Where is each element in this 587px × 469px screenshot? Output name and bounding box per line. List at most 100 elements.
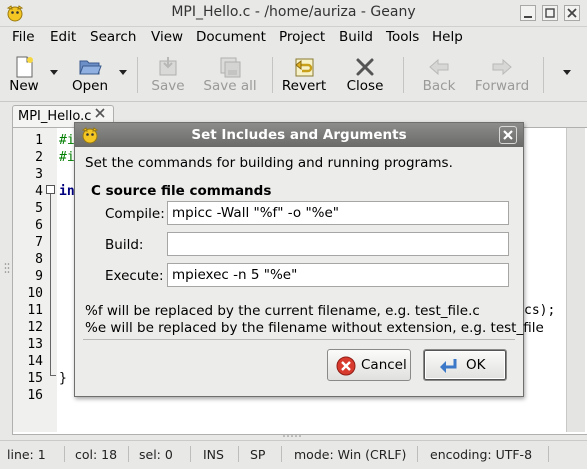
open-folder-icon [79,60,102,75]
status-separator [128,446,129,462]
menu-project[interactable]: Project [279,29,325,45]
open-dropdown-arrow[interactable] [119,70,127,75]
set-includes-dialog: Set Includes and Arguments Set the comma… [74,122,544,397]
close-label: Close [346,78,384,94]
toolbar-overflow-arrow[interactable] [563,70,571,75]
back-button[interactable]: Back [418,49,460,99]
back-label: Back [422,78,456,94]
menu-help[interactable]: Help [432,29,463,45]
dialog-description: Set the commands for building and runnin… [85,155,453,171]
tab-close-icon[interactable] [94,107,106,119]
dialog-close-button[interactable] [499,126,517,144]
message-pane-resize-handle[interactable] [282,433,302,439]
status-encoding: encoding: UTF-8 [430,447,533,462]
revert-label: Revert [281,78,327,94]
execute-label: Execute: [105,268,164,284]
execute-field[interactable]: mpiexec -n 5 "%e" [167,263,509,287]
forward-label: Forward [474,78,530,94]
open-label: Open [71,78,109,94]
line-number: 3 [35,167,43,182]
line-number: 7 [35,235,43,250]
code-line-2: #i [59,150,75,165]
compile-field[interactable]: mpicc -Wall "%f" -o "%e" [167,201,509,225]
dialog-title-bar: Set Includes and Arguments [75,123,523,147]
status-separator [190,446,191,462]
line-number: 2 [35,150,43,165]
cancel-icon [336,356,356,376]
menu-document[interactable]: Document [196,29,266,45]
new-dropdown-arrow[interactable] [50,70,58,75]
line-number: 16 [27,388,43,403]
forward-button[interactable]: Forward [472,49,532,99]
code-line-11: cs); [524,303,556,318]
close-icon [567,8,577,18]
menu-bar: File Edit Search View Document Project B… [0,26,587,49]
section-title: C source file commands [91,183,272,199]
forward-arrow-icon [492,58,512,76]
editor-vertical-scrollbar[interactable] [566,128,585,432]
status-mode: mode: Win (CRLF) [294,447,407,462]
ok-icon [440,359,457,373]
status-separator [64,446,65,462]
ok-label: OK [466,357,486,373]
status-separator [417,446,418,462]
maximize-button[interactable] [542,5,558,21]
new-button[interactable]: New [4,49,44,99]
code-line-1: #i [59,133,75,148]
open-button[interactable]: Open [68,49,112,99]
minimize-button[interactable] [520,5,536,21]
revert-icon [295,58,314,77]
close-window-button[interactable] [564,5,580,21]
title-bar: MPI_Hello.c - /home/auriza - Geany [0,0,587,27]
cancel-button[interactable]: Cancel [327,349,411,381]
line-number: 8 [35,252,43,267]
toolbar-separator [543,57,544,93]
build-label: Build: [105,237,144,253]
toolbar-separator [272,57,273,93]
menu-tools[interactable]: Tools [386,29,419,45]
dialog-divider [83,339,515,340]
status-bar: line: 1 col: 18 sel: 0 INS SP mode: Win … [0,440,587,469]
minimize-icon [524,16,532,18]
menu-file[interactable]: File [12,29,35,45]
line-number: 9 [35,269,43,284]
save-all-label: Save all [203,78,257,94]
line-number: 12 [27,320,43,335]
revert-button[interactable]: Revert [280,49,328,99]
close-file-button[interactable]: Close [342,49,388,99]
save-all-button[interactable]: Save all [200,49,260,99]
status-sp: SP [250,447,266,462]
code-line-15: } [59,371,67,386]
fold-guide [50,194,51,375]
build-field[interactable] [167,232,509,256]
line-number: 6 [35,218,43,233]
line-number: 15 [27,371,43,386]
back-arrow-icon [429,58,449,76]
toolbar-separator [403,57,404,93]
line-number: 13 [27,337,43,352]
new-file-icon [16,56,33,78]
menu-build[interactable]: Build [339,29,373,45]
extension-note: %e will be replaced by the filename with… [85,320,544,336]
menu-view[interactable]: View [151,29,183,45]
fold-toggle[interactable] [46,185,55,194]
maximize-icon [545,8,555,18]
menu-search[interactable]: Search [90,29,136,45]
menu-edit[interactable]: Edit [50,29,76,45]
status-line: line: 1 [7,447,46,462]
status-separator [281,446,282,462]
save-label: Save [151,78,185,94]
compile-label: Compile: [105,206,165,222]
line-number: 4 [35,184,43,199]
save-button[interactable]: Save [146,49,190,99]
dialog-title: Set Includes and Arguments [191,127,407,143]
ok-button[interactable]: OK [423,349,507,381]
status-sel: sel: 0 [139,447,173,462]
sidebar-resize-handle[interactable] [4,262,10,274]
toolbar-separator [137,57,138,93]
close-x-icon [356,58,374,76]
new-label: New [9,78,39,94]
line-number: 14 [27,354,43,369]
close-icon [503,130,513,140]
filename-note: %f will be replaced by the current filen… [85,303,480,319]
